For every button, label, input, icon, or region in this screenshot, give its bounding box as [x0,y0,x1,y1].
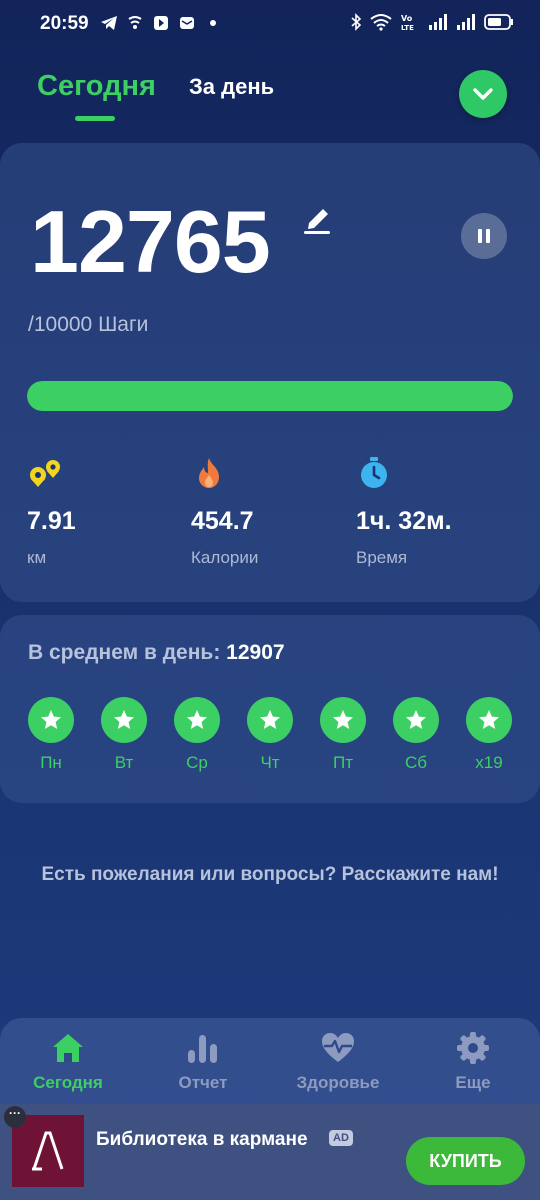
signal-icon [456,13,476,36]
mail-icon [178,14,196,32]
nav-more[interactable]: Еще [408,1031,538,1093]
battery-icon [484,13,514,36]
star-icon [247,697,293,743]
calories-value: 454.7 [191,507,254,535]
dropdown-button[interactable] [459,70,507,118]
volte-icon: Vo LTE [400,13,420,36]
streak-day-label: Ср [186,753,208,772]
streak-day-label: Чт [260,753,280,772]
telegram-icon [100,14,118,32]
wifi-calling-icon [126,14,144,32]
signal-icon [428,13,448,36]
tab-today-underline [75,116,115,121]
tab-today[interactable]: Сегодня [37,70,156,103]
streak-day: Ср [174,697,220,773]
streak-day: Пн [28,697,74,773]
streak-day-label: Сб [404,753,427,772]
nav-report[interactable]: Отчет [138,1031,268,1093]
streak-day: x19 [466,697,512,773]
streak-day-label: Пн [40,753,62,772]
nav-label-more: Еще [455,1073,491,1092]
app-icon [152,14,170,32]
nav-label-report: Отчет [178,1073,228,1092]
average-label: В среднем в день: [28,641,221,664]
ad-logo[interactable] [12,1115,84,1187]
star-icon [174,697,220,743]
streak-day-label: Пт [332,753,353,772]
tab-day[interactable]: За день [189,74,274,100]
calories-label: Калории [191,548,259,567]
feedback-link[interactable]: Есть пожелания или вопросы? Расскажите н… [40,862,500,888]
ad-badge: AD [329,1130,353,1146]
streak-day-label: x19 [475,753,503,772]
time-value: 1ч. 32м. [356,507,452,535]
stat-calories: 454.7 Калории [191,455,258,567]
star-icon [393,697,439,743]
streak-day: Вт [101,697,147,773]
average-per-day: В среднем в день: 12907 [28,641,285,665]
pause-button[interactable] [461,213,507,259]
ad-title: Библиотека в кармане [96,1129,308,1150]
streak-day: Чт [247,697,293,773]
health-icon [273,1031,403,1065]
nav-today[interactable]: Сегодня [3,1031,133,1093]
edit-icon[interactable] [303,203,331,235]
nav-label-health: Здоровье [296,1073,380,1092]
steps-progress-bar [27,381,513,411]
distance-icon [27,455,63,491]
nav-health[interactable]: Здоровье [273,1031,403,1093]
pause-icon [476,229,492,243]
streak-day-label: Вт [114,753,134,772]
bluetooth-icon [350,13,362,36]
ad-options-icon[interactable]: ··· [4,1106,26,1128]
distance-label: км [27,548,47,567]
time-label: Время [356,548,408,567]
star-icon [320,697,366,743]
gear-icon [408,1031,538,1065]
svg-text:Vo: Vo [401,14,413,23]
star-icon [28,697,74,743]
dot-icon [204,14,222,32]
distance-value: 7.91 [27,507,76,535]
streak-day: Сб [393,697,439,773]
flame-icon [191,455,227,491]
steps-goal: /10000 Шаги [28,313,149,336]
status-bar: 20:59 Vo LTE [0,0,540,48]
home-icon [3,1031,133,1065]
report-icon [138,1031,268,1065]
nav-label-today: Сегодня [33,1073,103,1092]
star-icon [466,697,512,743]
star-icon [101,697,147,743]
wifi-icon [370,13,392,36]
streak-day: Пт [320,697,366,773]
average-value: 12907 [226,641,285,664]
svg-text:LTE: LTE [401,24,414,31]
stat-time: 1ч. 32м. Время [356,455,452,567]
steps-progress-fill [27,381,513,411]
status-time: 20:59 [40,13,89,34]
stat-distance: 7.91 км [27,455,76,567]
ad-buy-button[interactable]: КУПИТЬ [406,1137,525,1185]
stopwatch-icon [356,455,392,491]
steps-value: 12765 [30,192,271,291]
chevron-down-icon [473,88,493,100]
